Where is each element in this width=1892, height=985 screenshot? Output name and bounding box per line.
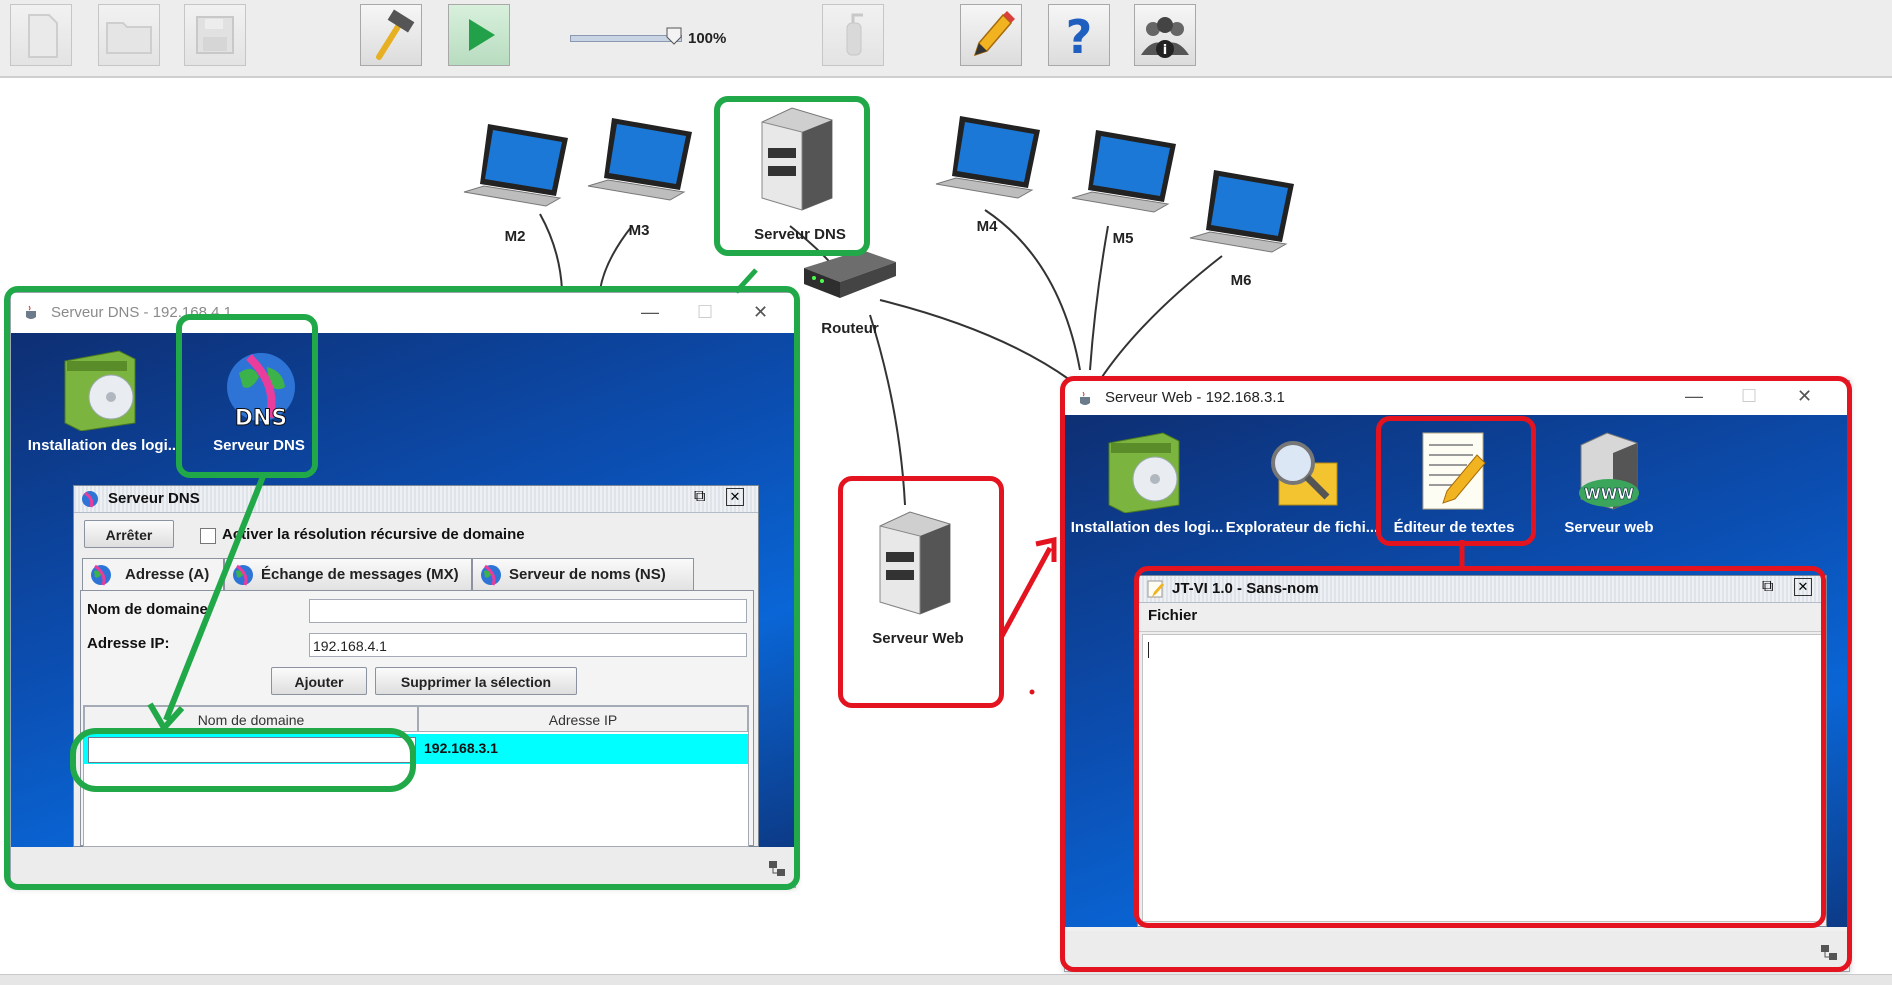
annotation-box-text-editor	[1134, 566, 1826, 928]
annotation-box-web-node	[838, 476, 1004, 708]
annotation-box-text-editor-icon	[1376, 416, 1536, 546]
